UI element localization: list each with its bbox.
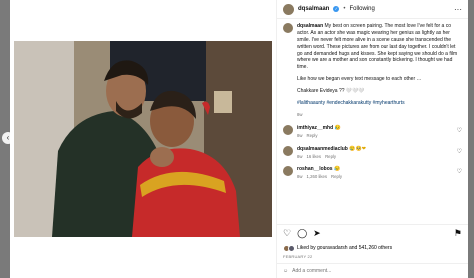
comment-age: 8w [297,132,303,138]
avatar[interactable] [283,145,293,156]
action-bar: ♡ ◯ ➤ ⚑ [277,224,468,242]
post-photo[interactable] [14,41,272,237]
comment-item: dqsalmaanmediaclub 😢🥺❤ 8w 16 likes Reply ♡ [283,145,462,160]
comment-username[interactable]: dqsalmaanmediaclub [297,146,348,152]
likes-row: Liked by gouravadarsh and 541,260 others [277,242,468,254]
add-comment-bar: ☺ Add a comment... [277,263,468,278]
caption-age: 8w [297,111,303,117]
comment-heart-icon[interactable]: ♡ [457,148,462,156]
photo-pane [10,0,276,278]
post-details: dqsalmaan ✓ • Following ··· dqsalmaan My… [276,0,468,278]
verified-icon: ✓ [333,6,340,12]
instagram-post-viewer: ✕ ‹ [0,0,474,278]
post-photo-illustration [14,41,272,237]
caption-username[interactable]: dqsalmaan [297,23,323,29]
comment-text: 😥 [334,124,341,131]
comment-likes[interactable]: 16 likes [307,154,322,159]
bookmark-icon[interactable]: ⚑ [454,228,462,239]
post-header: dqsalmaan ✓ • Following ··· [277,0,468,19]
comment-item: imthiyaz__mhd 😥 8w Reply ♡ [283,124,462,139]
liker-avatars [283,244,295,252]
post-date: FEBRUARY 22 [283,254,313,259]
comment-username[interactable]: roshan__lobos [297,166,333,172]
caption-hashtags[interactable]: #lalithaaunty #endechakkarakutty #myhear… [297,100,462,107]
caption-body: dqsalmaan My best on screen pairing. The… [297,23,462,118]
comments-list: dqsalmaan My best on screen pairing. The… [277,19,468,224]
reply-button[interactable]: Reply [325,154,336,159]
comment-icon[interactable]: ◯ [297,228,307,239]
comment-username[interactable]: imthiyaz__mhd [297,125,333,131]
comment-age: 8w [297,174,303,180]
reply-button[interactable]: Reply [331,174,342,179]
caption-text: My best on screen pairing. The most love… [297,23,458,71]
caption-text-3: Chakkare Evideya ?? 🤍🤍🤍 [297,88,365,95]
caption: dqsalmaan My best on screen pairing. The… [283,23,462,118]
post-modal: dqsalmaan ✓ • Following ··· dqsalmaan My… [10,0,468,278]
share-icon[interactable]: ➤ [313,228,321,239]
comment-heart-icon[interactable]: ♡ [457,168,462,176]
comment-item: roshan__lobos 😥 8w 1,260 likes Reply ♡ [283,166,462,180]
more-options-icon[interactable]: ··· [454,5,462,14]
caption-text-2: Like how we began every text message to … [297,76,422,83]
comment-likes[interactable]: 1,260 likes [307,174,328,179]
emoji-icon[interactable]: ☺ [283,268,288,274]
comment-input[interactable]: Add a comment... [292,268,331,274]
avatar[interactable] [283,23,293,33]
following-button[interactable]: Following [349,6,374,12]
comment-heart-icon[interactable]: ♡ [457,127,462,135]
heart-icon[interactable]: ♡ [283,228,291,239]
avatar[interactable] [283,3,294,15]
reply-button[interactable]: Reply [307,133,318,138]
comment-text: 😢🥺❤ [349,145,366,152]
avatar[interactable] [283,124,293,135]
comment-text: 😥 [333,166,341,173]
author-username[interactable]: dqsalmaan [298,6,329,12]
comment-age: 8w [297,153,303,159]
avatar[interactable] [283,166,293,177]
separator-dot: • [343,6,346,12]
likes-count[interactable]: Liked by gouravadarsh and 541,260 others [297,245,392,251]
